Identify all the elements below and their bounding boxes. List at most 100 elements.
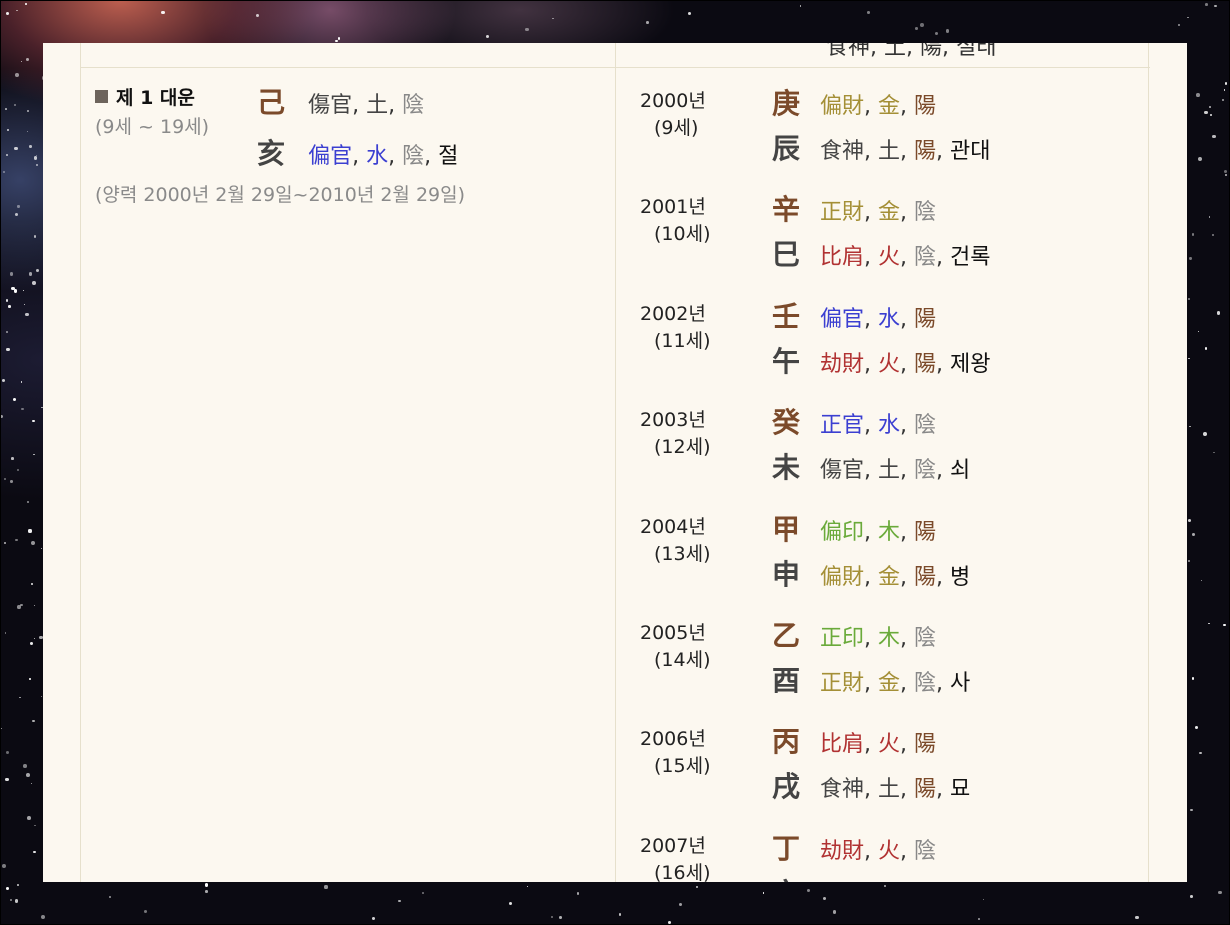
star-dot (1223, 623, 1226, 627)
year-age: (14세) (654, 649, 711, 671)
star-dot (645, 21, 649, 24)
star-dot (38, 635, 43, 640)
year-branch-god: 食神 (820, 777, 865, 802)
year-stem-yinyang: 陰 (914, 413, 937, 438)
year-branch-row: 亥偏官, 水, 陰, 절 (772, 872, 970, 882)
year-stem-god: 偏官 (820, 307, 865, 332)
year-label: 2002년 (11세) (640, 299, 735, 353)
star-dot (23, 764, 27, 768)
year-text: 2006년 (640, 728, 706, 750)
daeun-stem-element: 土 (366, 93, 389, 118)
year-age: (15세) (654, 755, 711, 777)
star-dot (5, 108, 7, 110)
year-stem-char: 丁 (772, 832, 801, 865)
star-dot (6, 128, 9, 131)
year-age: (10세) (654, 223, 711, 245)
year-branch-row: 辰食神, 土, 陽, 관대 (772, 127, 991, 167)
year-branch-yinyang: 陽 (914, 777, 937, 802)
year-stem-element: 木 (878, 520, 901, 545)
star-dot (25, 773, 30, 777)
year-branch-god: 傷官 (820, 458, 865, 483)
year-text: 2001년 (640, 196, 706, 218)
year-stem-row: 丙比肩, 火, 陽 (772, 720, 936, 760)
year-branch-element: 火 (878, 245, 901, 270)
star-dot (16, 9, 18, 12)
star-dot (33, 604, 35, 607)
daeun-age-range: (9세 ~ 19세) (95, 116, 210, 138)
year-text: 2005년 (640, 622, 706, 644)
daeun-date-range: (양력 2000년 2월 29일~2010년 2월 29일) (95, 184, 466, 206)
year-age: (9세) (654, 117, 699, 139)
star-dot (13, 289, 18, 293)
star-dot (678, 902, 683, 906)
column-divider-right (1148, 43, 1149, 882)
star-dot (398, 899, 401, 903)
star-dot (20, 603, 24, 607)
star-dot (19, 696, 21, 698)
star-dot (1217, 890, 1222, 895)
star-dot (1189, 425, 1191, 428)
star-dot (1216, 310, 1221, 315)
daeun-stem-row: 己 傷官, 土, 陰 (257, 86, 425, 119)
year-branch-element: 金 (878, 671, 901, 696)
year-stem-god: 偏印 (820, 520, 865, 545)
square-bullet-icon (95, 90, 108, 103)
year-branch-yinyang: 陽 (914, 139, 937, 164)
year-stem-god: 正財 (820, 200, 865, 225)
year-stem-yinyang: 陽 (914, 520, 937, 545)
star-dot (8, 305, 11, 308)
daeun-branch-char: 亥 (257, 137, 286, 170)
year-branch-char: 戌 (772, 770, 801, 803)
star-dot (667, 920, 671, 924)
star-dot (3, 478, 6, 480)
star-dot (41, 914, 46, 919)
star-dot (1204, 347, 1208, 350)
star-dot (11, 456, 14, 460)
year-branch-stage: 건록 (950, 245, 991, 270)
year-label: 2003년 (12세) (640, 405, 735, 459)
year-branch-yinyang: 陽 (914, 352, 937, 377)
star-dot (17, 883, 20, 886)
year-stem-row: 壬偏官, 水, 陽 (772, 295, 936, 335)
year-text: 2004년 (640, 516, 706, 538)
year-branch-row: 酉正財, 金, 陰, 사 (772, 659, 970, 699)
star-dot (2, 863, 7, 868)
year-stem-row: 乙正印, 木, 陰 (772, 614, 936, 654)
year-branch-stage: 관대 (950, 139, 991, 164)
year-branch-char: 辰 (772, 132, 801, 165)
year-label: 2006년 (15세) (640, 724, 735, 778)
year-branch-god: 食神 (820, 139, 865, 164)
year-branch-row: 午劫財, 火, 陽, 제왕 (772, 340, 991, 380)
year-branch-row: 未傷官, 土, 陰, 쇠 (772, 446, 970, 486)
star-dot (421, 892, 424, 895)
star-dot (371, 916, 375, 920)
star-dot (1194, 725, 1198, 729)
star-dot (807, 888, 811, 892)
star-dot (14, 103, 17, 106)
year-stem-god: 正印 (820, 626, 865, 651)
year-label: 2004년 (13세) (640, 512, 735, 566)
year-branch-stage: 병 (950, 565, 971, 590)
year-stem-element: 金 (878, 200, 901, 225)
star-dot (1203, 110, 1208, 115)
star-dot (5, 777, 9, 781)
daeun-branch-yinyang: 陰 (402, 144, 425, 169)
year-stem-god: 偏財 (820, 94, 865, 119)
year-stem-yinyang: 陰 (914, 839, 937, 864)
year-stem-row: 庚偏財, 金, 陽 (772, 82, 936, 122)
star-dot (1188, 560, 1190, 562)
star-dot (525, 28, 529, 32)
daeun-stem-god: 傷官 (308, 93, 353, 118)
star-dot (945, 29, 949, 33)
star-dot (255, 13, 259, 17)
star-dot (1191, 233, 1195, 236)
star-dot (1195, 93, 1200, 97)
star-dot (40, 695, 43, 697)
year-stem-char: 癸 (772, 406, 801, 439)
star-dot (28, 145, 32, 148)
year-branch-char: 申 (772, 558, 801, 591)
star-dot (1135, 915, 1139, 919)
star-dot (10, 480, 14, 483)
year-branch-god: 劫財 (820, 352, 865, 377)
year-branch-element: 土 (878, 777, 901, 802)
